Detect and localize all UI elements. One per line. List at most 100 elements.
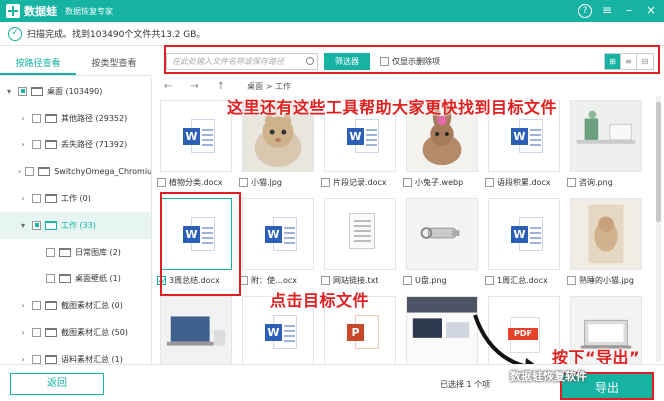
chevron-right-icon[interactable]: › — [18, 328, 28, 337]
tree-checkbox[interactable] — [32, 301, 41, 311]
tree-checkbox[interactable] — [32, 328, 41, 338]
tree-row[interactable]: 日常图库 (2) — [0, 239, 151, 266]
tree-label: SwitchyOmega_Chromium — [54, 167, 152, 177]
text-file-icon — [349, 213, 375, 249]
grid-scrollbar[interactable] — [656, 96, 661, 362]
tab-by-path[interactable]: 按路径查看 — [0, 52, 76, 75]
tree-row[interactable]: › 其他路径 (29352) — [0, 105, 151, 132]
file-label: 咨询.png — [567, 177, 645, 188]
tree-label: 桌面 (103490) — [47, 86, 103, 96]
tree-checkbox[interactable] — [32, 354, 41, 364]
file-thumbnail[interactable]: W — [160, 100, 232, 172]
file-checkbox[interactable] — [567, 178, 576, 187]
file-thumbnail[interactable] — [324, 198, 396, 270]
file-thumbnail[interactable] — [570, 198, 642, 270]
close-icon[interactable]: × — [644, 4, 658, 18]
word-file-icon: W — [265, 217, 297, 251]
view-tabs: 按路径查看 按类型查看 — [0, 52, 152, 76]
file-item[interactable]: U盘.png — [403, 198, 479, 292]
file-thumbnail[interactable] — [570, 100, 642, 172]
minimize-icon[interactable]: – — [622, 4, 636, 18]
file-checkbox[interactable] — [403, 178, 412, 187]
file-thumbnail[interactable] — [406, 296, 478, 364]
menu-icon[interactable]: ≡ — [600, 4, 614, 18]
tree-checkbox[interactable] — [18, 86, 27, 96]
tree-row[interactable]: ▾ 桌面 (103490) — [0, 78, 151, 105]
tree-checkbox[interactable] — [46, 247, 55, 257]
file-item[interactable]: W 1周汇总.docx — [485, 198, 561, 292]
file-checkbox[interactable] — [157, 178, 166, 187]
file-name: 网站链接.txt — [333, 276, 379, 285]
sleeping-cat-photo — [571, 199, 641, 269]
file-checkbox[interactable] — [239, 178, 248, 187]
navigation-bar: ← → ↑ 桌面 > 工作 — [152, 76, 664, 96]
tree-row[interactable]: › 截图素材汇总 (50) — [0, 319, 151, 346]
annotation-click-file: 点击目标文件 — [270, 291, 370, 310]
file-checkbox[interactable] — [485, 178, 494, 187]
word-file-icon: W — [183, 119, 215, 153]
tree-label: 工作 (0) — [61, 194, 91, 204]
file-item[interactable]: W 植物分类.docx — [157, 100, 233, 194]
tree-checkbox[interactable] — [32, 194, 41, 204]
file-thumbnail[interactable] — [160, 296, 232, 364]
forward-arrow-icon[interactable]: → — [190, 81, 198, 92]
scrollbar-thumb[interactable] — [656, 102, 661, 222]
file-checkbox[interactable] — [321, 178, 330, 187]
file-name: 片段记录.docx — [333, 178, 387, 187]
file-item[interactable] — [403, 296, 479, 364]
file-thumbnail[interactable] — [406, 198, 478, 270]
tree-row[interactable]: › 语料素材汇总 (1) — [0, 346, 151, 364]
file-item[interactable]: 网站链接.txt — [321, 198, 397, 292]
tree-row[interactable]: › 丢失路径 (71392) — [0, 132, 151, 159]
file-item[interactable]: W 附：使…ocx — [239, 198, 315, 292]
file-checkbox[interactable] — [485, 276, 494, 285]
folder-icon — [45, 140, 57, 150]
toolbar-highlight-box — [164, 45, 660, 74]
tree-row[interactable]: ▾ 工作 (33) — [0, 211, 151, 239]
tree-label: 截图素材汇总 (50) — [61, 328, 128, 338]
tree-checkbox[interactable] — [46, 274, 55, 284]
tree-checkbox[interactable] — [32, 220, 41, 230]
file-thumbnail[interactable]: W — [488, 198, 560, 270]
tree-checkbox[interactable] — [32, 140, 41, 150]
back-arrow-icon[interactable]: ← — [164, 81, 172, 92]
file-name: 熟睡的小猫.jpg — [579, 276, 634, 285]
chevron-right-icon[interactable]: › — [18, 114, 28, 123]
tree-row[interactable]: › 工作 (0) — [0, 185, 151, 212]
app-name: 数据蛙 — [24, 5, 57, 18]
chevron-down-icon[interactable]: ▾ — [4, 87, 14, 96]
file-name: 小猫.jpg — [251, 178, 282, 187]
tab-by-type[interactable]: 按类型查看 — [76, 52, 152, 75]
tree-checkbox[interactable] — [32, 113, 41, 123]
chevron-right-icon[interactable]: › — [18, 355, 28, 364]
file-label: 附：使…ocx — [239, 275, 317, 286]
tree-row[interactable]: 桌面壁纸 (1) — [0, 266, 151, 293]
tree-row[interactable]: › SwitchyOmega_Chromium — [0, 158, 151, 185]
chevron-right-icon[interactable]: › — [18, 301, 28, 310]
breadcrumb[interactable]: 桌面 > 工作 — [247, 81, 291, 92]
file-checkbox[interactable] — [403, 276, 412, 285]
chevron-right-icon[interactable]: › — [18, 167, 21, 176]
tree-label: 截图素材汇总 (0) — [61, 301, 123, 311]
tree-label: 工作 (33) — [61, 220, 96, 230]
file-checkbox[interactable] — [567, 276, 576, 285]
scan-status-text: 扫描完成。找到103490个文件共13.2 GB。 — [27, 30, 206, 40]
scan-status-bar: ✓ 扫描完成。找到103490个文件共13.2 GB。 — [0, 22, 664, 46]
tree-row[interactable]: › 截图素材汇总 (0) — [0, 292, 151, 319]
chevron-down-icon[interactable]: ▾ — [18, 221, 28, 230]
tree-checkbox[interactable] — [25, 167, 35, 177]
file-item[interactable]: 熟睡的小猫.jpg — [567, 198, 643, 292]
folder-icon — [38, 167, 51, 177]
folder-icon — [59, 247, 71, 257]
chevron-right-icon[interactable]: › — [18, 194, 28, 203]
folder-icon — [45, 194, 57, 204]
file-item[interactable] — [157, 296, 233, 364]
back-button[interactable]: 返回 — [10, 373, 104, 395]
file-checkbox[interactable] — [321, 276, 330, 285]
file-item[interactable]: 咨询.png — [567, 100, 643, 194]
help-icon[interactable]: ? — [578, 4, 592, 18]
up-arrow-icon[interactable]: ↑ — [217, 81, 225, 92]
file-thumbnail[interactable]: W — [242, 198, 314, 270]
laptop-photo — [161, 297, 231, 364]
chevron-right-icon[interactable]: › — [18, 140, 28, 149]
